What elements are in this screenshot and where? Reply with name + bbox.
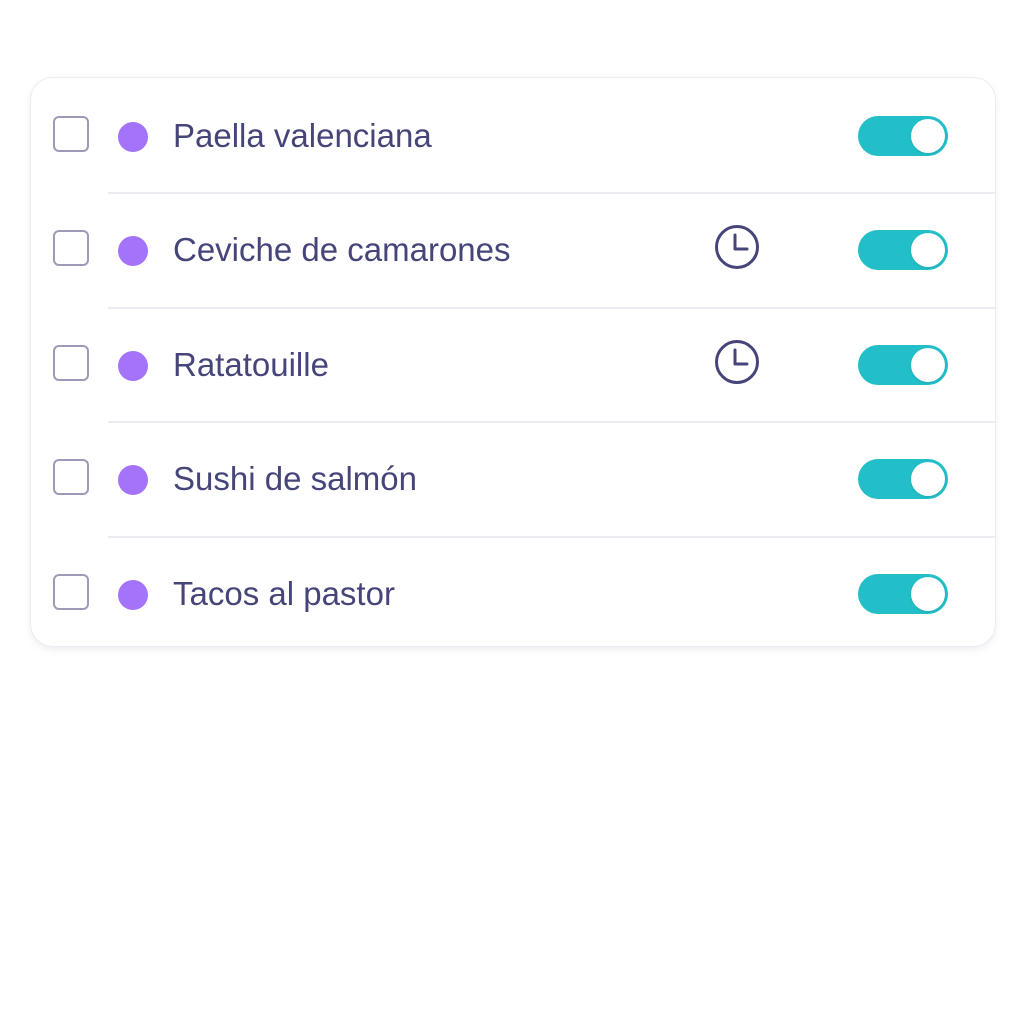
item-label: Ratatouille (173, 345, 329, 383)
item-label: Paella valenciana (173, 117, 432, 154)
status-dot-icon (118, 579, 148, 610)
item-checkbox[interactable] (53, 116, 89, 152)
status-dot-icon (118, 122, 148, 152)
list-item: Paella valenciana (31, 78, 995, 192)
item-checkbox[interactable] (53, 230, 89, 267)
clock-icon[interactable] (714, 224, 760, 270)
item-checkbox[interactable] (53, 573, 89, 610)
item-toggle[interactable] (858, 116, 948, 156)
item-label: Sushi de salmón (173, 460, 417, 498)
toggle-knob (911, 347, 945, 382)
clock-icon[interactable] (714, 339, 760, 385)
list-item: Ratatouille (31, 306, 995, 421)
item-checkbox[interactable] (53, 459, 89, 496)
list-item: Sushi de salmón (31, 421, 995, 535)
status-dot-icon (118, 350, 148, 381)
toggle-knob (911, 576, 945, 611)
toggle-knob (911, 462, 945, 497)
toggle-knob (911, 233, 945, 268)
item-toggle[interactable] (858, 230, 948, 271)
item-toggle[interactable] (858, 344, 948, 385)
status-dot-icon (118, 236, 148, 267)
item-toggle[interactable] (858, 459, 948, 500)
list-item: Tacos al pastor (31, 535, 995, 646)
dish-list-card: Paella valenciana Ceviche de camarones R… (31, 78, 995, 646)
item-toggle[interactable] (858, 573, 948, 614)
item-checkbox[interactable] (53, 344, 89, 381)
item-label: Ceviche de camarones (173, 231, 511, 269)
toggle-knob (911, 119, 945, 153)
item-label: Tacos al pastor (173, 574, 395, 612)
list-item: Ceviche de camarones (31, 192, 995, 306)
status-dot-icon (118, 465, 148, 496)
